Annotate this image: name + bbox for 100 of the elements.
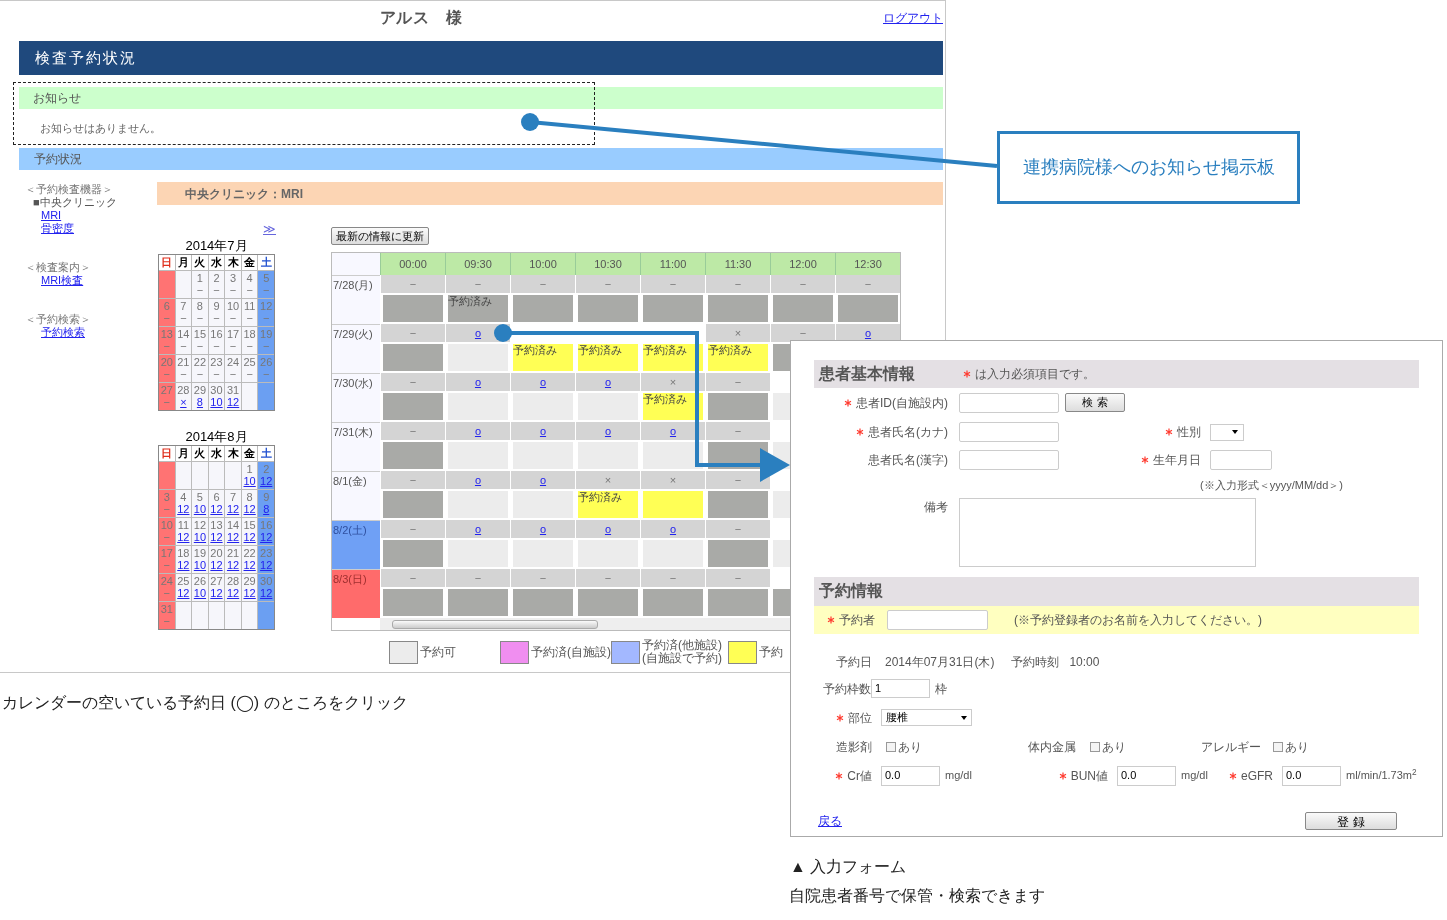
- slot-link[interactable]: o: [539, 474, 547, 486]
- availability-link[interactable]: 8: [196, 396, 203, 409]
- day-number: 29: [243, 575, 256, 587]
- value-field[interactable]: 0.0: [1282, 765, 1341, 786]
- remarks-field[interactable]: [959, 497, 1256, 567]
- slot-link[interactable]: o: [864, 327, 872, 339]
- weekday-header: 木: [225, 255, 241, 270]
- checkbox[interactable]: [886, 741, 896, 752]
- availability-mark: −: [213, 312, 220, 325]
- day-number: 8: [246, 491, 253, 503]
- time-header: 10:30: [575, 253, 640, 275]
- availability-link[interactable]: 12: [210, 587, 223, 600]
- slot-link[interactable]: o: [669, 425, 677, 437]
- checkbox-option[interactable]: あり: [886, 737, 922, 756]
- back-link[interactable]: 戻る: [818, 811, 842, 830]
- slot-link[interactable]: o: [604, 523, 612, 535]
- refresh-button[interactable]: 最新の情報に更新: [331, 227, 429, 245]
- input-field[interactable]: [887, 609, 988, 630]
- day-number: 26: [260, 356, 273, 368]
- availability-link[interactable]: 12: [177, 531, 190, 544]
- scrollbar-thumb[interactable]: [392, 619, 598, 629]
- sidebar-heading: ＜検査案内＞: [25, 261, 92, 274]
- legend-label: 予約可: [420, 645, 456, 659]
- section-title: 患者基本情報: [819, 364, 915, 384]
- slot-count-field[interactable]: 1: [871, 679, 930, 698]
- availability-link[interactable]: 12: [243, 503, 256, 516]
- date-cell: 7/30(水): [332, 373, 380, 422]
- next-month-link[interactable]: ≫: [263, 223, 276, 235]
- availability-link[interactable]: 12: [243, 531, 256, 544]
- slot-link[interactable]: o: [474, 376, 482, 388]
- slot-link[interactable]: o: [669, 523, 677, 535]
- availability-link[interactable]: 12: [210, 531, 223, 544]
- slot-mark: ×: [669, 474, 677, 486]
- sidebar-link[interactable]: 骨密度: [41, 222, 74, 235]
- field-label: 予約日: [836, 653, 872, 671]
- checkbox-option[interactable]: あり: [1273, 737, 1309, 756]
- input-field[interactable]: [959, 450, 1059, 470]
- register-button[interactable]: 登 録: [1305, 811, 1397, 830]
- day-number: 15: [193, 328, 207, 340]
- availability-link[interactable]: 12: [226, 559, 240, 572]
- slot-link[interactable]: o: [474, 474, 482, 486]
- weekday-header: 月: [175, 255, 192, 270]
- input-field[interactable]: [959, 393, 1059, 413]
- slot-link[interactable]: o: [474, 523, 482, 535]
- availability-link[interactable]: 10: [193, 559, 207, 572]
- availability-link[interactable]: 12: [226, 396, 240, 409]
- slot-link[interactable]: o: [604, 425, 612, 437]
- availability-link[interactable]: ×: [180, 396, 187, 409]
- sidebar-link[interactable]: 予約検索: [41, 326, 85, 339]
- slot-mark: −: [669, 278, 677, 290]
- availability-link[interactable]: 12: [226, 503, 240, 516]
- search-button[interactable]: 検 索: [1065, 393, 1125, 412]
- sidebar-link[interactable]: MRI: [41, 209, 62, 222]
- booked-label: 予約済み: [513, 344, 557, 356]
- weekday-header: 金: [241, 255, 258, 270]
- checkbox[interactable]: [1273, 741, 1283, 752]
- value-field[interactable]: 0.0: [1117, 765, 1176, 786]
- field-label: アレルギー: [1201, 738, 1262, 756]
- availability-link[interactable]: 10: [193, 503, 207, 516]
- input-field[interactable]: [959, 422, 1059, 442]
- weekday-header: 土: [258, 446, 274, 461]
- availability-link[interactable]: 12: [226, 587, 240, 600]
- sex-select[interactable]: [1210, 423, 1244, 441]
- availability-mark: −: [213, 284, 220, 297]
- slot-link[interactable]: o: [539, 523, 547, 535]
- availability-link[interactable]: 12: [226, 531, 240, 544]
- slot-link[interactable]: o: [604, 376, 612, 388]
- slot-mark: ×: [669, 376, 677, 388]
- sidebar-heading: ＜予約検索＞: [25, 313, 92, 326]
- availability-link[interactable]: 10: [193, 587, 207, 600]
- availability-link[interactable]: 10: [193, 531, 207, 544]
- slot-link[interactable]: o: [539, 376, 547, 388]
- sidebar-link[interactable]: MRI検査: [41, 274, 84, 287]
- slot-mark: −: [539, 278, 547, 290]
- slot-link[interactable]: o: [474, 425, 482, 437]
- logout-link[interactable]: ログアウト: [883, 8, 943, 27]
- availability-link[interactable]: 12: [243, 587, 256, 600]
- weekday-header: 水: [208, 446, 225, 461]
- availability-link[interactable]: 12: [210, 559, 223, 572]
- checkbox[interactable]: [1090, 741, 1100, 752]
- notice-title: お知らせ: [33, 90, 81, 107]
- input-field[interactable]: [1210, 450, 1272, 470]
- availability-link[interactable]: 12: [210, 503, 223, 516]
- availability-link[interactable]: 12: [177, 503, 190, 516]
- slot-mark: −: [734, 523, 742, 535]
- availability-link[interactable]: 12: [243, 559, 256, 572]
- field-label: 患者氏名(カナ): [868, 424, 948, 441]
- day-number: 4: [246, 272, 253, 284]
- checkbox-option[interactable]: あり: [1090, 737, 1126, 756]
- availability-link[interactable]: 10: [243, 475, 256, 488]
- field-label: 備考: [924, 498, 948, 516]
- availability-link[interactable]: 10: [210, 396, 223, 409]
- weekday-header: 火: [192, 446, 208, 461]
- slot-mark: −: [409, 425, 417, 437]
- slot-link[interactable]: o: [474, 327, 482, 339]
- value-field[interactable]: 0.0: [881, 765, 940, 786]
- site-select[interactable]: 腰椎: [881, 709, 972, 726]
- availability-link[interactable]: 12: [177, 587, 190, 600]
- availability-link[interactable]: 12: [177, 559, 190, 572]
- slot-link[interactable]: o: [539, 425, 547, 437]
